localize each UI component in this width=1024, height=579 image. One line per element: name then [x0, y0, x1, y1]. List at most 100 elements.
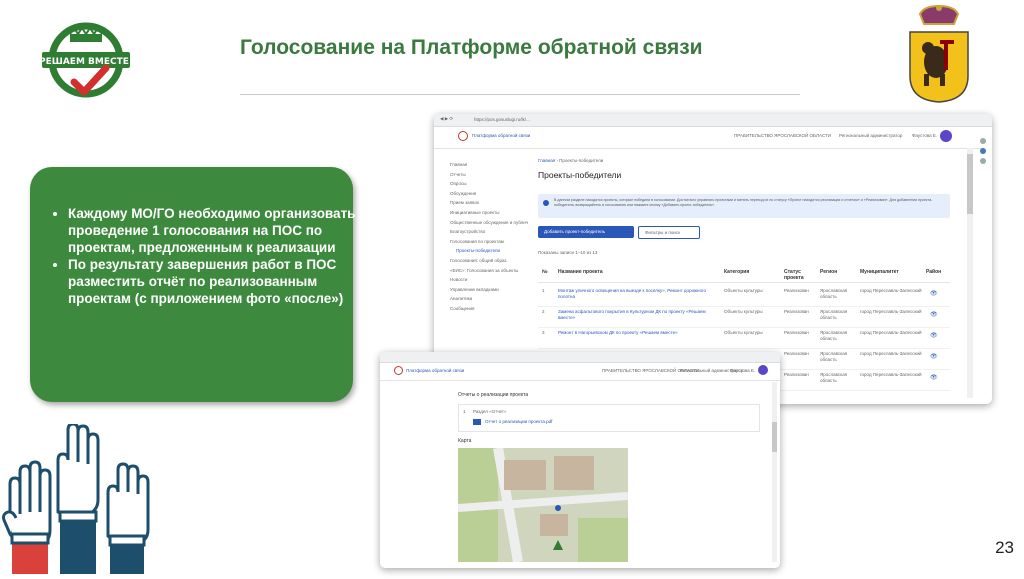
- app-title-2[interactable]: Платформа обратной связи: [406, 368, 464, 373]
- table-cell-n: 1: [542, 288, 545, 293]
- table-cell-cat: Объекты культуры: [724, 288, 763, 293]
- avatar[interactable]: [940, 130, 952, 142]
- table-header-cell[interactable]: №: [542, 269, 556, 275]
- table-cell-mun: город Переславль-Залесский: [860, 351, 922, 356]
- info-card: Каждому МО/ГО необходимо организовать пр…: [30, 167, 355, 402]
- add-winner-button-label: Добавить проект-победитель: [544, 229, 606, 234]
- view-icon[interactable]: 👁: [930, 374, 938, 381]
- table-cell-status: Реализован: [784, 351, 809, 356]
- sidebar-item[interactable]: Инициативные проекты: [450, 210, 528, 220]
- table-cell-n: 3: [542, 330, 545, 335]
- filter-button-label: Фильтры и поиск: [645, 230, 681, 235]
- yaroslavl-coat-of-arms-icon: [906, 4, 972, 104]
- toolbar-icon[interactable]: [980, 138, 986, 144]
- table-header: № Название проекта Категория Статус проекта…: [538, 264, 950, 283]
- table-cell-name[interactable]: Замена асфальтового покрытия в Культурно…: [558, 309, 718, 320]
- app-header-2: Платформа обратной связи ПРАВИТЕЛЬСТВО Я…: [380, 362, 780, 381]
- svg-text:РЕШАЕМ ВМЕСТЕ!: РЕШАЕМ ВМЕСТЕ!: [40, 57, 132, 67]
- breadcrumb: Главная › Проекты-победители: [538, 158, 604, 163]
- table-cell-status: Реализован: [784, 309, 809, 314]
- sidebar-item[interactable]: Аналитика: [450, 296, 528, 306]
- title-divider: [240, 94, 800, 95]
- report-item-number: 1: [463, 409, 466, 414]
- table-header-cell[interactable]: Название проекта: [558, 269, 718, 275]
- map-view[interactable]: [458, 448, 628, 562]
- side-toolbar: [978, 134, 988, 214]
- toolbar-icon[interactable]: [980, 158, 986, 164]
- toolbar-icon[interactable]: [980, 148, 986, 154]
- screenshot-report-page: Платформа обратной связи ПРАВИТЕЛЬСТВО Я…: [380, 352, 780, 568]
- app-logo-icon: [394, 366, 403, 375]
- user-name[interactable]: Фаустова Е.: [912, 133, 937, 138]
- user-name-2[interactable]: Фаустова Е.: [730, 368, 755, 373]
- table-row[interactable]: 1 Монтаж уличного освещения на выезде к п…: [538, 286, 950, 307]
- info-list: Каждому МО/ГО необходимо организовать пр…: [52, 205, 358, 307]
- url-text[interactable]: https://pos.gosuslugi.ru/lk/...: [474, 117, 530, 122]
- table-cell-status: Реализован: [784, 330, 809, 335]
- table-header-cell[interactable]: Район: [926, 269, 946, 275]
- view-icon[interactable]: 👁: [930, 290, 938, 297]
- page-number: 23: [995, 538, 1014, 557]
- table-cell-region: Ярославская область: [820, 288, 848, 299]
- info-icon: [543, 200, 549, 206]
- back-icon[interactable]: ◀ ▶ ⟳: [440, 116, 453, 122]
- breadcrumb-home[interactable]: Главная: [538, 158, 555, 163]
- table-row[interactable]: 2 Замена асфальтового покрытия в Культурн…: [538, 307, 950, 328]
- info-banner-text: В данном разделе находятся проекты, кото…: [554, 198, 933, 207]
- info-bullet-1: Каждому МО/ГО необходимо организовать пр…: [68, 205, 358, 256]
- avatar-2[interactable]: [758, 365, 768, 375]
- table-cell-cat: Объекты культуры: [724, 330, 763, 335]
- content-title: Проекты-победители: [538, 170, 622, 180]
- sidebar-item[interactable]: Отчеты: [450, 172, 528, 182]
- sidebar-item[interactable]: Прием заявок: [450, 200, 528, 210]
- table-header-cell[interactable]: Статус проекта: [784, 269, 818, 281]
- shown-count: Показаны записи 1–10 из 13: [538, 250, 598, 255]
- vertical-scrollbar-2[interactable]: [772, 382, 777, 562]
- page-title: Голосование на Платформе обратной связи: [240, 36, 703, 59]
- sidebar-item[interactable]: Общественные обсуждения и публичные слуш…: [450, 220, 528, 230]
- view-icon[interactable]: 👁: [930, 353, 938, 360]
- sidebar-item[interactable]: Благоустройство: [450, 229, 528, 239]
- scrollbar-thumb[interactable]: [967, 154, 973, 214]
- sidebar-item[interactable]: Обсуждения: [450, 191, 528, 201]
- sidebar-item[interactable]: Голосования по проектам: [450, 239, 528, 249]
- scrollbar-thumb-2[interactable]: [772, 422, 777, 452]
- sidebar-item[interactable]: Новости: [450, 277, 528, 287]
- sidebar-item[interactable]: Голосования: общий образ: [450, 258, 528, 268]
- table-cell-region: Ярославская область: [820, 351, 848, 362]
- info-bullet-2: По результату завершения работ в ПОС раз…: [68, 256, 358, 307]
- vertical-scrollbar[interactable]: [967, 148, 973, 398]
- report-item-label: Раздел «Отчет»: [473, 409, 507, 414]
- table-header-cell[interactable]: Категория: [724, 269, 782, 275]
- sidebar-item[interactable]: Сообщения: [450, 306, 528, 316]
- map-label: Карта: [458, 438, 472, 444]
- file-icon: [473, 419, 481, 425]
- sidebar-item[interactable]: Опросы: [450, 181, 528, 191]
- table-row[interactable]: 3 Ремонт в Нагорьевском ДК по проекту «Ре…: [538, 328, 950, 349]
- report-file-link[interactable]: Отчет о реализации проекта.pdf: [485, 419, 552, 424]
- table-cell-name[interactable]: Ремонт в Нагорьевском ДК по проекту «Реш…: [558, 330, 718, 336]
- sidebar-item[interactable]: «ЕИС»: Голосования за объекты: [450, 268, 528, 278]
- raised-hands-illustration: [0, 422, 160, 574]
- table-header-cell[interactable]: Муниципалитет: [860, 269, 922, 275]
- table-header-cell[interactable]: Регион: [820, 269, 858, 275]
- sidebar-item[interactable]: Главная: [450, 162, 528, 172]
- table-cell-mun: город Переславль-Залесский: [860, 330, 922, 335]
- table-cell-mun: город Переславль-Залесский: [860, 288, 922, 293]
- app-title[interactable]: Платформа обратной связи: [472, 133, 530, 138]
- view-icon[interactable]: 👁: [930, 332, 938, 339]
- sidebar-item[interactable]: Проекты-победители: [450, 248, 528, 258]
- info-banner: В данном разделе находятся проекты, кото…: [538, 194, 950, 218]
- filter-button[interactable]: Фильтры и поиск: [638, 226, 700, 239]
- user-role: Региональный администратор: [839, 133, 903, 138]
- add-winner-button[interactable]: Добавить проект-победитель: [538, 226, 634, 238]
- table-cell-n: 2: [542, 309, 545, 314]
- view-icon[interactable]: 👁: [930, 311, 938, 318]
- table-cell-status: Реализован: [784, 372, 809, 377]
- org-select[interactable]: ПРАВИТЕЛЬСТВО ЯРОСЛАВСКОЙ ОБЛАСТИ: [734, 133, 831, 138]
- report-section-title: Отчеты о реализации проекта: [458, 392, 529, 398]
- sidebar-item[interactable]: Управление вкладками: [450, 287, 528, 297]
- table-cell-name[interactable]: Монтаж уличного освещения на выезде к по…: [558, 288, 718, 299]
- app-logo-icon: [458, 131, 468, 141]
- table-cell-cat: Объекты культуры: [724, 309, 763, 314]
